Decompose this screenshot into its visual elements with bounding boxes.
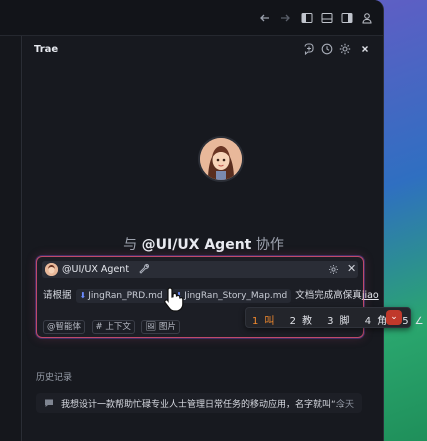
hero-heading: 与 @UI/UX Agent 协作 [23, 234, 383, 254]
wrench-icon[interactable] [138, 263, 150, 275]
remove-agent-icon[interactable]: ✕ [347, 262, 356, 275]
selected-agent-bar: @UI/UX Agent ✕ [42, 261, 358, 278]
ime-candidate-1[interactable]: 1叫 [252, 316, 280, 327]
ime-candidate-3[interactable]: 3脚 [327, 316, 355, 327]
image-icon: 🖼 [145, 322, 157, 332]
markdown-file-icon: ⬇ [79, 291, 87, 300]
history-icon[interactable] [320, 42, 334, 56]
ime-candidate-5[interactable]: 5 ∠ [402, 316, 427, 327]
message-input[interactable]: 请根据 ⬇JingRan_PRD.md ⬇JingRan_Story_Map.m… [43, 287, 379, 303]
app-window: Trae 与 @UI/UX Agent 协作 历史记录 我想设计一款帮助忙碌专业… [0, 0, 384, 441]
agent-avatar [200, 138, 242, 180]
close-icon[interactable] [358, 42, 372, 56]
ime-expand-chevron-icon[interactable]: ⌄ [386, 310, 402, 325]
forward-arrow-icon[interactable] [278, 11, 292, 25]
agent-mention-button[interactable]: @智能体 [43, 320, 86, 334]
input-text-suffix: 文档完成高保真 [295, 290, 362, 301]
file-chip-label: JingRan_Story_Map.md [184, 291, 288, 301]
chat-bubble-icon [44, 398, 54, 408]
toggle-bottom-panel-icon[interactable] [320, 11, 334, 25]
context-button[interactable]: # 上下文 [91, 320, 135, 334]
input-text-prefix: 请根据 [43, 290, 72, 301]
agent-chip-label: @UI/UX Agent [62, 264, 130, 275]
panel-title: Trae [34, 44, 59, 55]
ime-composition-text: jiao [361, 290, 379, 301]
image-button-label: 图片 [158, 322, 176, 332]
image-button[interactable]: 🖼 图片 [141, 320, 180, 334]
settings-gear-icon[interactable] [338, 42, 352, 56]
hero-prefix: 与 [123, 237, 138, 253]
file-chip-label: JingRan_PRD.md [88, 291, 163, 301]
toggle-left-panel-icon[interactable] [300, 11, 314, 25]
left-sidebar-strip [0, 36, 22, 441]
toggle-right-panel-icon[interactable] [340, 11, 354, 25]
hero-agent-name: @UI/UX Agent [141, 237, 252, 253]
input-toolbar: @智能体 # 上下文 🖼 图片 [43, 319, 183, 334]
history-item-text: 我想设计一款帮助忙碌专业人士管理日常任务的移动应用，名字就叫“... [61, 400, 345, 410]
ime-candidate-2[interactable]: 2教 [290, 316, 318, 327]
file-chip-prd[interactable]: ⬇ JingRan_PRD.md [75, 289, 167, 303]
ai-chat-panel: Trae 与 @UI/UX Agent 协作 历史记录 我想设计一款帮助忙碌专业… [23, 36, 383, 441]
ime-candidate-window: 1叫 2教 3脚 4角 5 ∠ ⌄ [245, 307, 424, 328]
history-item-time: 今天 [335, 400, 354, 410]
account-icon[interactable] [360, 11, 374, 25]
file-chip-story-map[interactable]: ⬇JingRan_Story_Map.md [171, 289, 292, 303]
new-chat-icon[interactable] [302, 42, 316, 56]
hero-suffix: 协作 [255, 237, 284, 253]
back-arrow-icon[interactable] [258, 11, 272, 25]
history-item[interactable]: 我想设计一款帮助忙碌专业人士管理日常任务的移动应用，名字就叫“... 今天 [36, 393, 362, 413]
history-heading: 历史记录 [36, 373, 73, 383]
title-bar [0, 0, 383, 36]
agent-mini-avatar [45, 263, 58, 276]
agent-settings-icon[interactable] [328, 264, 339, 275]
hand-pointer-cursor-icon [164, 287, 184, 312]
